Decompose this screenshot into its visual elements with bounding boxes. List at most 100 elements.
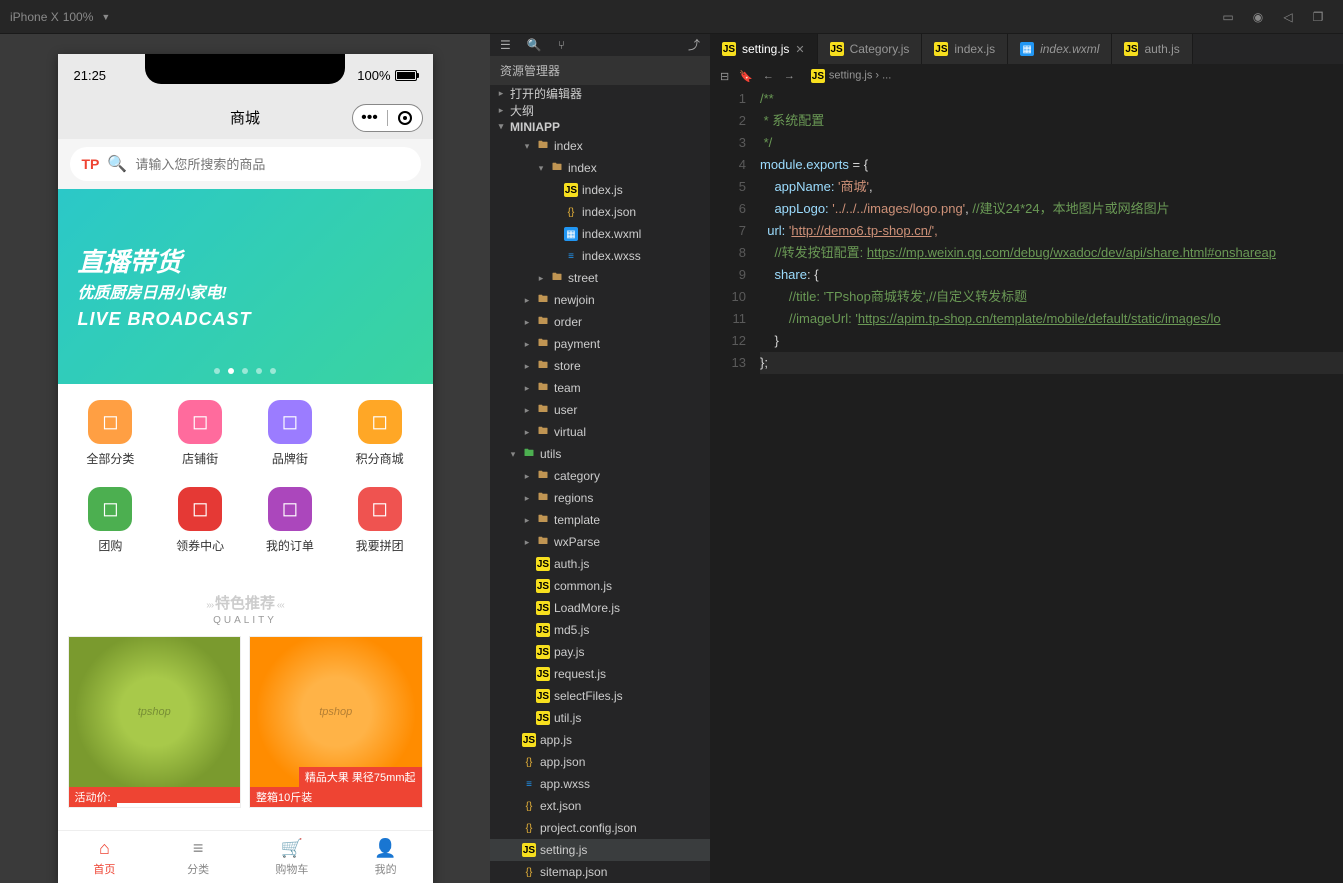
tree-row[interactable]: ▾🖿index [490,135,710,157]
tree-row[interactable]: ▸🖿regions [490,487,710,509]
search-box[interactable]: TP 🔍 [70,147,421,181]
collapse-icon[interactable]: ⊟ [720,70,729,83]
file-icon: JS [830,42,844,56]
phone-frame: 21:25 100% 商城 ••• [58,54,433,883]
tree-row[interactable]: ▸🖿payment [490,333,710,355]
editor-tab[interactable]: JSindex.js [922,34,1008,64]
tree-row[interactable]: {}sitemap.json [490,861,710,883]
tree-row[interactable]: ▸🖿virtual [490,421,710,443]
tree-row[interactable]: ▸🖿category [490,465,710,487]
tab-item[interactable]: ⌂首页 [58,831,152,883]
search-input[interactable] [135,157,408,172]
tree-row[interactable]: JSselectFiles.js [490,685,710,707]
tab-label: 购物车 [275,861,308,877]
capsule-menu[interactable]: ••• [352,104,423,132]
tree-row[interactable]: {}index.json [490,201,710,223]
tree-row[interactable]: JScommon.js [490,575,710,597]
grid-item[interactable]: ◻积分商城 [335,400,425,467]
tree-row[interactable]: JSsetting.js [490,839,710,861]
close-target-icon[interactable] [388,111,422,125]
brand-logo: TP [82,156,100,172]
tree-row[interactable]: JSindex.js [490,179,710,201]
page-title: 商城 [230,107,260,128]
file-icon: JS [522,843,536,857]
grid-item[interactable]: ◻店铺街 [155,400,245,467]
file-name: newjoin [554,293,595,307]
tab-item[interactable]: 🛒购物车 [245,831,339,883]
section-project[interactable]: ▾MINIAPP [490,119,710,135]
tree-row[interactable]: ▾🖿utils [490,443,710,465]
tab-item[interactable]: ≡分类 [151,831,245,883]
product-card[interactable]: tpshop 活动价: ¥45.9 [68,636,242,808]
tree-row[interactable]: JSpay.js [490,641,710,663]
tree-row[interactable]: ▾🖿index [490,157,710,179]
tab-item[interactable]: 👤我的 [339,831,433,883]
tree-row[interactable]: ≡app.wxss [490,773,710,795]
file-icon: 🖿 [536,381,550,395]
bookmark-icon[interactable]: 🔖 [739,70,753,83]
hero-banner[interactable]: 直播带货 优质厨房日用小家电! LIVE BROADCAST [58,189,433,384]
code-area[interactable]: 12345678910111213 /** * 系统配置 */ module.e… [710,88,1343,883]
grid-label: 我的订单 [266,537,314,554]
file-icon: JS [536,667,550,681]
back-icon[interactable]: ← [763,70,774,82]
grid-item[interactable]: ◻我要拼团 [335,487,425,554]
device-selector[interactable]: iPhone X 100% ▼ [10,10,110,24]
file-name: index.wxss [582,249,641,263]
menu-dots-icon[interactable]: ••• [353,109,387,127]
tree-row[interactable]: JS request.js [490,663,710,685]
list-icon[interactable]: ☰ [500,38,511,52]
caret-down-icon: ▼ [101,12,110,22]
section-outline[interactable]: ▸大纲 [490,102,710,119]
tree-row[interactable]: JSutil.js [490,707,710,729]
tree-row[interactable]: ▦index.wxml [490,223,710,245]
tab-label: 分类 [187,861,209,877]
forward-icon[interactable]: → [784,70,795,82]
popout-icon[interactable]: ❐ [1303,10,1333,24]
grid-item[interactable]: ◻全部分类 [66,400,156,467]
tree-row[interactable]: {}ext.json [490,795,710,817]
tree-row[interactable]: ≡index.wxss [490,245,710,267]
file-icon: 🖿 [550,271,564,285]
record-icon[interactable]: ◉ [1243,10,1273,24]
phone-icon[interactable]: ▭ [1213,10,1243,24]
tree-row[interactable]: ▸🖿store [490,355,710,377]
tree-row[interactable]: ▸🖿team [490,377,710,399]
tree-row[interactable]: ▸🖿order [490,311,710,333]
tree-row[interactable]: {}project.config.json [490,817,710,839]
section-open-editors[interactable]: ▸打开的编辑器 [490,85,710,102]
tab-label: 我的 [375,861,397,877]
close-icon[interactable]: ✕ [795,43,804,56]
editor-tab[interactable]: ▦index.wxml [1008,34,1112,64]
file-name: request.js [554,667,606,681]
editor-tab[interactable]: JSsetting.js✕ [710,34,818,64]
grid-item[interactable]: ◻团购 [66,487,156,554]
file-icon: 🖿 [536,359,550,373]
tree-row[interactable]: JSLoadMore.js [490,597,710,619]
section-title-cn: 特色推荐 [215,595,275,612]
grid-item[interactable]: ◻品牌街 [245,400,335,467]
file-name: order [554,315,582,329]
tree-row[interactable]: ▸🖿template [490,509,710,531]
search-icon[interactable]: 🔍 [527,38,542,52]
tree-row[interactable]: ▸🖿street [490,267,710,289]
grid-item[interactable]: ◻我的订单 [245,487,335,554]
git-icon[interactable]: ⤴ [688,36,700,53]
tree-row[interactable]: JSauth.js [490,553,710,575]
tree-row[interactable]: JSmd5.js [490,619,710,641]
branch-icon[interactable]: ⑂ [558,38,565,52]
grid-item[interactable]: ◻领券中心 [155,487,245,554]
file-name: common.js [554,579,612,593]
tree-row[interactable]: ▸🖿newjoin [490,289,710,311]
editor-tab[interactable]: JSCategory.js [818,34,923,64]
tree-row[interactable]: ▸🖿wxParse [490,531,710,553]
file-icon: 🖿 [536,315,550,329]
editor-tab[interactable]: JSauth.js [1112,34,1192,64]
tree-row[interactable]: ▸🖿user [490,399,710,421]
tree-row[interactable]: {}app.json [490,751,710,773]
mute-icon[interactable]: ◁ [1273,10,1303,24]
product-card[interactable]: tpshop 精品大果 果径75mm起 整箱10斤装 [249,636,423,808]
tree-row[interactable]: JSapp.js [490,729,710,751]
code-lines[interactable]: /** * 系统配置 */ module.exports = { appName… [760,88,1343,883]
file-name: regions [554,491,593,505]
